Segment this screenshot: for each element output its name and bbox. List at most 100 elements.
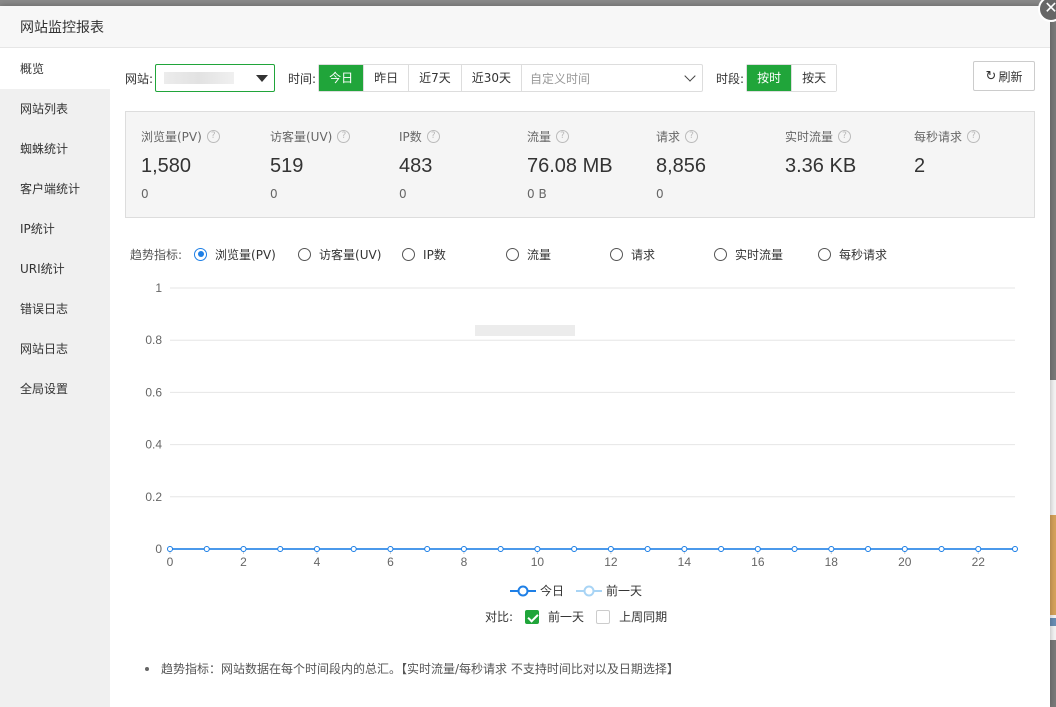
help-icon[interactable]: ? (206, 130, 220, 143)
compare-last-week-label: 上周同期 (619, 610, 668, 624)
chevron-down-icon (684, 70, 696, 82)
time-yesterday-button[interactable]: 昨日 (364, 65, 410, 91)
data-point (313, 546, 320, 552)
time-30days-button[interactable]: 近30天 (461, 65, 523, 91)
help-icon[interactable]: ? (556, 130, 570, 143)
help-icon[interactable]: ? (838, 130, 852, 143)
stat-name: 实时流量 (785, 130, 834, 144)
trend-label: 趋势指标: (130, 247, 183, 262)
x-tick-label: 8 (461, 555, 468, 569)
stat-name: 请求 (656, 130, 681, 144)
period-label: 时段: (716, 71, 745, 86)
x-tick-label: 22 (972, 555, 986, 569)
sidebar-item-spider-stats[interactable]: 蜘蛛统计 (0, 129, 110, 169)
stat-name: 每秒请求 (914, 130, 963, 144)
x-tick-label: 18 (825, 555, 839, 569)
sidebar-item-overview[interactable]: 概览 (0, 49, 110, 89)
trend-option-rps[interactable]: 每秒请求 (818, 246, 887, 263)
stat-sub: 0 (141, 187, 149, 201)
refresh-label: 刷新 (998, 69, 1023, 84)
stat-sub: 0 B (527, 187, 547, 201)
period-hour-button[interactable]: 按时 (747, 65, 793, 91)
custom-time-placeholder: 自定义时间 (530, 71, 591, 86)
help-icon[interactable]: ? (426, 130, 440, 143)
footnote: 趋势指标：网站数据在每个时间段内的总汇。【实时流量/每秒请求 不支持时间比对以及… (145, 660, 679, 677)
sidebar-item-error-log[interactable]: 错误日志 (0, 289, 110, 329)
trend-option-label: 浏览量(PV) (215, 247, 276, 262)
stat-value: 483 (399, 155, 433, 177)
time-7days-button[interactable]: 近7天 (409, 65, 462, 91)
stat-realtime-traffic: 实时流量? 3.36 KB (785, 128, 856, 187)
data-point (534, 546, 541, 552)
checkbox-icon[interactable] (596, 609, 611, 624)
data-point (240, 546, 247, 552)
trend-option-pv[interactable]: 浏览量(PV) (194, 246, 298, 263)
legend-today[interactable]: 今日 (510, 582, 564, 599)
sidebar-item-site-list[interactable]: 网站列表 (0, 89, 110, 129)
time-today-button[interactable]: 今日 (319, 65, 365, 91)
stat-ip: IP数? 483 0 (399, 128, 440, 201)
data-point (167, 546, 173, 552)
data-point (901, 546, 908, 552)
site-value-redacted (164, 72, 235, 84)
stat-value: 2 (914, 155, 926, 177)
sidebar-item-ip-stats[interactable]: IP统计 (0, 209, 110, 249)
refresh-icon: ↻ (985, 68, 997, 84)
x-tick-label: 12 (604, 555, 618, 569)
custom-time-select[interactable]: 自定义时间 (522, 65, 702, 91)
x-tick-label: 6 (387, 555, 394, 569)
data-point (277, 546, 284, 552)
data-point (424, 546, 431, 552)
trend-option-uv[interactable]: 访客量(UV) (298, 246, 402, 263)
x-tick-label: 10 (531, 555, 545, 569)
trend-option-ip[interactable]: IP数 (402, 246, 506, 263)
compare-label: 对比: (485, 610, 514, 624)
dialog-title: 网站监控报表 (20, 19, 104, 36)
stat-pv: 浏览量(PV)? 1,580 0 (141, 128, 220, 201)
x-tick-label: 0 (167, 555, 174, 569)
stat-sub: 0 (270, 187, 278, 201)
data-point (644, 546, 651, 552)
x-tick-label: 2 (240, 555, 247, 569)
stat-value: 1,580 (141, 155, 192, 177)
trend-option-requests[interactable]: 请求 (610, 246, 714, 263)
refresh-button[interactable]: ↻ 刷新 (973, 61, 1035, 91)
compare-prev-day-label: 前一天 (548, 610, 585, 624)
stat-value: 3.36 KB (785, 155, 857, 177)
data-point (754, 546, 761, 552)
legend-line-icon (510, 585, 536, 596)
y-tick-label: 0 (155, 542, 162, 556)
sidebar-item-global-settings[interactable]: 全局设置 (0, 369, 110, 409)
time-label: 时间: (288, 71, 317, 86)
legend-line-icon (576, 585, 603, 596)
y-tick-label: 0.2 (145, 490, 162, 504)
help-icon[interactable]: ? (337, 130, 351, 143)
data-point (1012, 546, 1018, 552)
sidebar-item-uri-stats[interactable]: URI统计 (0, 249, 110, 289)
stat-sub: 0 (399, 187, 407, 201)
help-icon[interactable]: ? (685, 130, 699, 143)
legend-label: 前一天 (606, 584, 643, 598)
legend-yesterday[interactable]: 前一天 (576, 582, 642, 599)
stats-panel: 浏览量(PV)? 1,580 0 访客量(UV)? 519 0 IP数? 483… (125, 111, 1035, 218)
trend-option-label: 每秒请求 (839, 247, 888, 262)
y-tick-label: 1 (155, 281, 162, 295)
trend-option-realtime[interactable]: 实时流量 (714, 246, 818, 263)
trend-option-traffic[interactable]: 流量 (506, 246, 610, 263)
trend-selector: 趋势指标: 浏览量(PV) 访客量(UV) IP数 流量 请求 实时流量 每秒请… (130, 244, 1035, 264)
data-point (828, 546, 835, 552)
data-point (203, 546, 210, 552)
site-select[interactable] (155, 64, 276, 92)
sidebar-item-site-log[interactable]: 网站日志 (0, 329, 110, 369)
legend-label: 今日 (540, 584, 565, 598)
stat-value: 519 (270, 155, 304, 177)
sidebar-item-client-stats[interactable]: 客户端统计 (0, 169, 110, 209)
period-day-button[interactable]: 按天 (792, 65, 837, 91)
stat-name: 浏览量(PV) (141, 130, 202, 144)
bullet-icon (145, 666, 149, 671)
sidebar: 概览 网站列表 蜘蛛统计 客户端统计 IP统计 URI统计 错误日志 网站日志 … (0, 49, 110, 707)
data-point (571, 546, 578, 552)
help-icon[interactable]: ? (967, 130, 981, 143)
stat-name: IP数 (399, 130, 422, 144)
checkbox-checked-icon[interactable] (525, 609, 540, 624)
